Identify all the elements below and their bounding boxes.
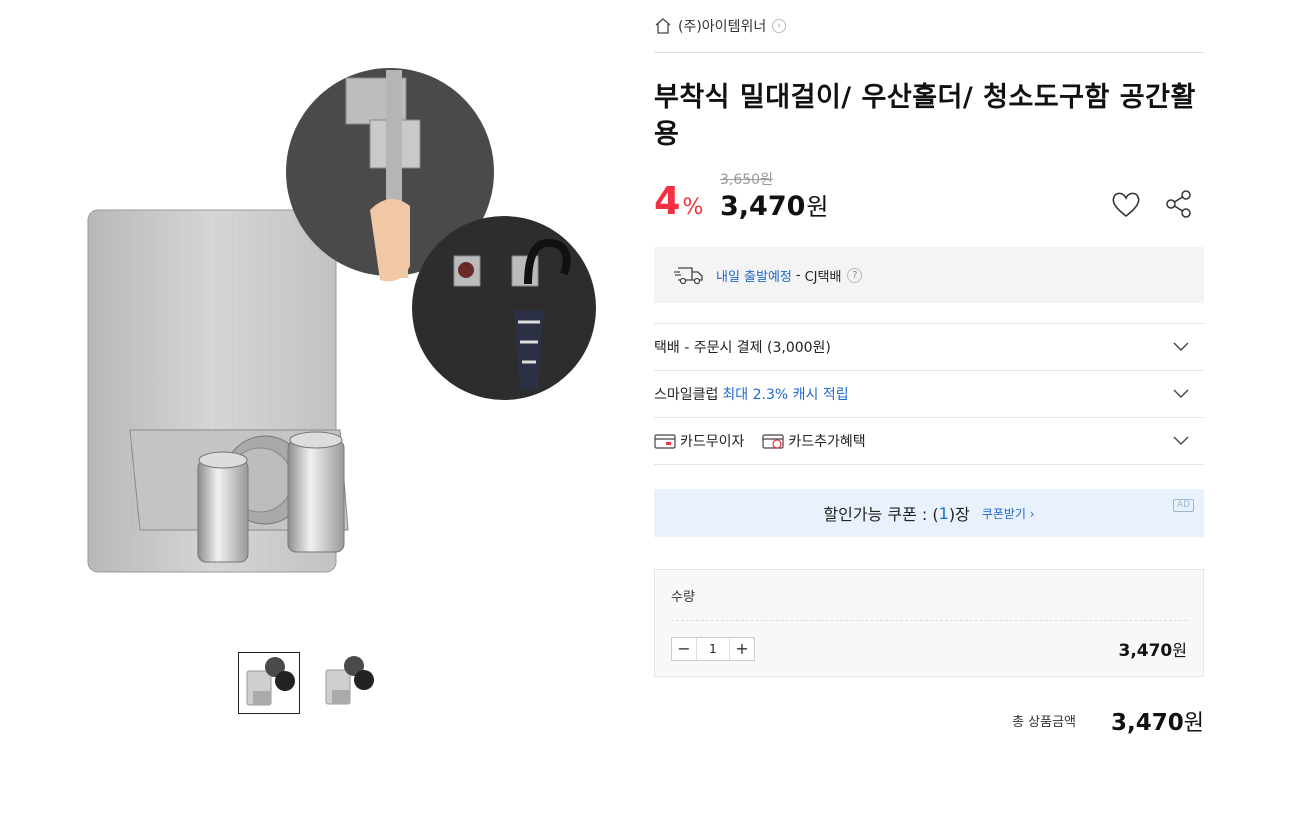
product-title: 부착식 밀대걸이/ 우산홀더/ 청소도구함 공간활용 <box>654 82 1196 150</box>
total-currency: 원 <box>1183 711 1204 736</box>
chevron-down-icon <box>1173 389 1189 398</box>
line-price-number: 3,470 <box>1118 641 1173 661</box>
seller-name[interactable]: (주)아이템위너 <box>678 16 766 36</box>
shipping-fee-text: 택배 - 주문시 결제 (3,000원) <box>654 340 831 356</box>
shipping-fee-row[interactable]: 택배 - 주문시 결제 (3,000원) <box>654 324 1204 371</box>
option-list: 택배 - 주문시 결제 (3,000원) 스마일클럽 최대 2.3% 캐시 적립… <box>654 323 1204 465</box>
total-amount-number: 3,470 <box>1110 710 1184 736</box>
sale-price: 3,470원 <box>720 187 829 222</box>
heart-icon[interactable] <box>1110 189 1142 219</box>
help-icon[interactable]: ? <box>847 267 863 283</box>
quantity-value[interactable]: 1 <box>696 638 730 660</box>
credit-card-icon <box>654 434 676 449</box>
seller-bar[interactable]: (주)아이템위너 › <box>654 0 1204 53</box>
get-coupon-link[interactable]: 쿠폰받기 › <box>982 505 1035 522</box>
decrease-button[interactable]: − <box>672 638 696 660</box>
smileclub-row[interactable]: 스마일클럽 최대 2.3% 캐시 적립 <box>654 371 1204 418</box>
sale-price-currency: 원 <box>806 193 829 221</box>
card-benefit-label: 카드추가혜택 <box>788 434 866 450</box>
delivery-info: 내일 출발예정 - CJ택배 ? <box>654 247 1204 303</box>
delivery-separator: - <box>795 267 801 283</box>
discount-unit: % <box>682 195 704 220</box>
smileclub-label: 스마일클럽 <box>654 387 719 403</box>
chevron-right-icon: › <box>772 19 787 33</box>
truck-icon <box>674 267 703 285</box>
line-price: 3,470원 <box>1118 637 1187 661</box>
quantity-box: 수량 − 1 + 3,470원 <box>654 569 1204 677</box>
quantity-stepper: − 1 + <box>671 637 755 661</box>
discount-rate: 4% <box>654 181 703 228</box>
ad-badge: AD <box>1172 499 1194 512</box>
chevron-down-icon <box>1173 342 1189 351</box>
thumbnail-strip <box>238 652 378 714</box>
share-icon[interactable] <box>1164 189 1194 219</box>
line-price-currency: 원 <box>1172 641 1187 660</box>
original-price: 3,650원 <box>720 172 773 188</box>
card-installment: 카드무이자 <box>654 431 744 451</box>
product-main-image <box>87 68 596 573</box>
discount-number: 4 <box>654 179 681 223</box>
card-discount-icon <box>762 434 785 449</box>
coupon-suffix: )장 <box>948 505 970 524</box>
delivery-carrier: CJ택배 <box>804 269 842 285</box>
divider <box>671 620 1187 621</box>
total-label: 총 상품금액 <box>1012 715 1076 730</box>
price-row: 4% 3,650원 3,470원 <box>654 172 1204 237</box>
chevron-down-icon <box>1173 436 1189 445</box>
coupon-count: 1 <box>938 503 949 523</box>
sale-price-number: 3,470 <box>720 191 806 222</box>
total-amount: 3,470원 <box>1111 705 1204 737</box>
total-price-row: 총 상품금액 3,470원 <box>654 705 1204 741</box>
coupon-banner: 할인가능 쿠폰 : (1)장 쿠폰받기 › AD <box>654 489 1204 537</box>
home-icon <box>655 18 671 34</box>
increase-button[interactable]: + <box>730 638 754 660</box>
smileclub-cashback: 최대 2.3% 캐시 적립 <box>722 387 849 403</box>
delivery-schedule: 내일 출발예정 <box>716 269 792 285</box>
card-extra-benefit: 카드추가혜택 <box>762 431 866 451</box>
quantity-label: 수량 <box>671 590 695 605</box>
product-gallery <box>70 60 610 620</box>
card-benefit-row[interactable]: 카드무이자 카드추가혜택 <box>654 418 1204 465</box>
thumbnail-2[interactable] <box>316 652 378 714</box>
coupon-prefix: 할인가능 쿠폰 : ( <box>823 505 939 524</box>
product-info-panel: (주)아이템위너 › 부착식 밀대걸이/ 우산홀더/ 청소도구함 공간활용 4%… <box>654 0 1204 741</box>
thumbnail-1[interactable] <box>238 652 300 714</box>
card-installment-label: 카드무이자 <box>680 434 745 450</box>
